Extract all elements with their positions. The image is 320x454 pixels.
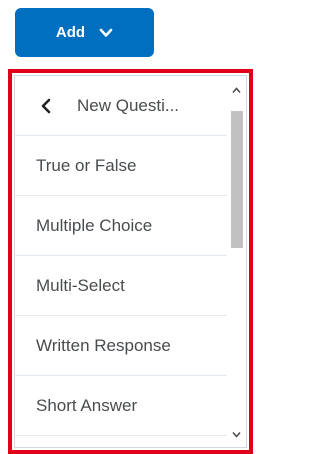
vertical-scrollbar[interactable] [227, 76, 246, 447]
add-button-label: Add [55, 24, 86, 41]
menu-item-written-response[interactable]: Written Response [15, 316, 232, 376]
menu-item-multi-select[interactable]: Multi-Select [15, 256, 232, 316]
menu-header-label: New Questi... [77, 95, 180, 115]
highlight-frame: New Questi... True or False Multiple Cho… [8, 69, 253, 454]
menu-item-short-answer[interactable]: Short Answer [15, 376, 232, 436]
menu-item-multiple-choice[interactable]: Multiple Choice [15, 196, 232, 256]
menu-item-label: Multiple Choice [36, 215, 153, 235]
scrollbar-thumb[interactable] [231, 111, 243, 248]
menu-list: New Questi... True or False Multiple Cho… [15, 76, 232, 447]
chevron-down-icon [99, 28, 113, 37]
menu-item-label: Written Response [36, 335, 171, 355]
add-button[interactable]: Add [15, 8, 154, 57]
question-type-menu: New Questi... True or False Multiple Cho… [14, 75, 247, 448]
menu-back-header[interactable]: New Questi... [15, 76, 232, 136]
scroll-down-arrow-icon[interactable] [232, 430, 241, 439]
chevron-left-icon [41, 98, 51, 113]
scroll-up-arrow-icon[interactable] [232, 86, 241, 95]
menu-item-true-or-false[interactable]: True or False [15, 136, 232, 196]
menu-item-label: Multi-Select [36, 275, 125, 295]
menu-item-label: Short Answer [36, 395, 138, 415]
menu-item-label: True or False [36, 155, 137, 175]
